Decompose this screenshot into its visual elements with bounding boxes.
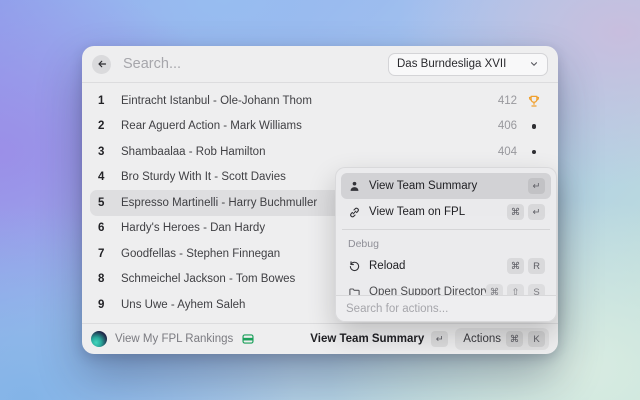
extension-title-button[interactable]: View My FPL Rankings	[91, 331, 255, 347]
team-name: Bro Sturdy With It - Scott Davies	[121, 171, 286, 183]
football-extension-icon	[91, 331, 107, 347]
chevron-down-icon	[529, 59, 539, 69]
menu-item-label: Open Support Directory	[369, 286, 486, 295]
back-arrow-icon	[96, 58, 108, 70]
team-name: Espresso Martinelli - Harry Buchmuller	[121, 197, 317, 209]
team-name: Eintracht Istanbul - Ole-Johann Thom	[121, 95, 312, 107]
points: 412	[498, 95, 517, 107]
rank: 9	[98, 299, 111, 311]
points: 404	[498, 146, 517, 158]
rank: 8	[98, 273, 111, 285]
list-item[interactable]: 2 Rear Aguerd Action - Mark Williams 406	[90, 114, 550, 140]
shift-key-badge: ⇧	[507, 284, 524, 295]
team-name: Uns Uwe - Ayhem Saleh	[121, 299, 245, 311]
cmd-key-badge: ⌘	[507, 204, 524, 220]
menu-item-open-support-directory[interactable]: Open Support Directory ⌘ ⇧ S	[341, 279, 551, 295]
reload-icon	[347, 259, 361, 273]
menu-divider	[342, 229, 550, 230]
actions-label: Actions	[463, 333, 501, 345]
rank: 3	[98, 146, 111, 158]
header: Das Burndesliga XVII	[82, 46, 558, 83]
rank: 1	[98, 95, 111, 107]
league-dropdown[interactable]: Das Burndesliga XVII	[388, 53, 548, 76]
menu-section-debug: Debug	[341, 234, 551, 253]
dot-icon	[526, 124, 542, 129]
actions-menu-items: View Team Summary ↵ View Team on FPL ⌘ ↵	[336, 168, 556, 295]
menu-item-label: View Team Summary	[369, 180, 528, 192]
link-icon	[347, 205, 361, 219]
rank: 6	[98, 222, 111, 234]
launcher-window: Das Burndesliga XVII 1 Eintracht Istanbu…	[82, 46, 558, 354]
primary-action-label[interactable]: View Team Summary	[310, 333, 424, 345]
footer-actions: View Team Summary ↵ Actions ⌘ K	[310, 328, 549, 350]
dot-icon	[526, 150, 542, 155]
cmd-key-badge: ⌘	[507, 258, 524, 274]
k-key-badge: K	[528, 331, 545, 347]
list-item[interactable]: 1 Eintracht Istanbul - Ole-Johann Thom 4…	[90, 88, 550, 114]
person-icon	[347, 179, 361, 193]
trophy-icon	[526, 94, 542, 108]
actions-menu: View Team Summary ↵ View Team on FPL ⌘ ↵	[335, 167, 557, 322]
r-key-badge: R	[528, 258, 545, 274]
return-key-badge: ↵	[528, 204, 545, 220]
menu-item-view-team-on-fpl[interactable]: View Team on FPL ⌘ ↵	[341, 199, 551, 225]
menu-search-bar	[336, 295, 556, 321]
extension-title: View My FPL Rankings	[115, 333, 233, 345]
actions-button[interactable]: Actions ⌘ K	[455, 328, 549, 350]
folder-icon	[347, 285, 361, 295]
return-key-badge: ↵	[528, 178, 545, 194]
menu-item-reload[interactable]: Reload ⌘ R	[341, 253, 551, 279]
search-input[interactable]	[123, 56, 388, 72]
s-key-badge: S	[528, 284, 545, 295]
menu-item-label: View Team on FPL	[369, 206, 507, 218]
fpl-card-icon	[241, 332, 255, 346]
cmd-key-badge: ⌘	[486, 284, 503, 295]
team-name: Schmeichel Jackson - Tom Bowes	[121, 273, 295, 285]
rank: 2	[98, 120, 111, 132]
cmd-key-badge: ⌘	[506, 331, 523, 347]
team-name: Goodfellas - Stephen Finnegan	[121, 248, 280, 260]
rank: 5	[98, 197, 111, 209]
return-key-badge: ↵	[431, 331, 448, 347]
rank: 7	[98, 248, 111, 260]
back-button[interactable]	[92, 55, 111, 74]
list-item[interactable]: 3 Shambaalaa - Rob Hamilton 404	[90, 139, 550, 165]
team-name: Hardy's Heroes - Dan Hardy	[121, 222, 265, 234]
menu-item-label: Reload	[369, 260, 507, 272]
points: 406	[498, 120, 517, 132]
league-dropdown-value: Das Burndesliga XVII	[397, 58, 529, 70]
rank: 4	[98, 171, 111, 183]
team-name: Rear Aguerd Action - Mark Williams	[121, 120, 302, 132]
menu-item-view-team-summary[interactable]: View Team Summary ↵	[341, 173, 551, 199]
actions-search-input[interactable]	[346, 303, 546, 315]
team-name: Shambaalaa - Rob Hamilton	[121, 146, 265, 158]
footer-bar: View My FPL Rankings View Team Summary ↵…	[82, 323, 558, 354]
